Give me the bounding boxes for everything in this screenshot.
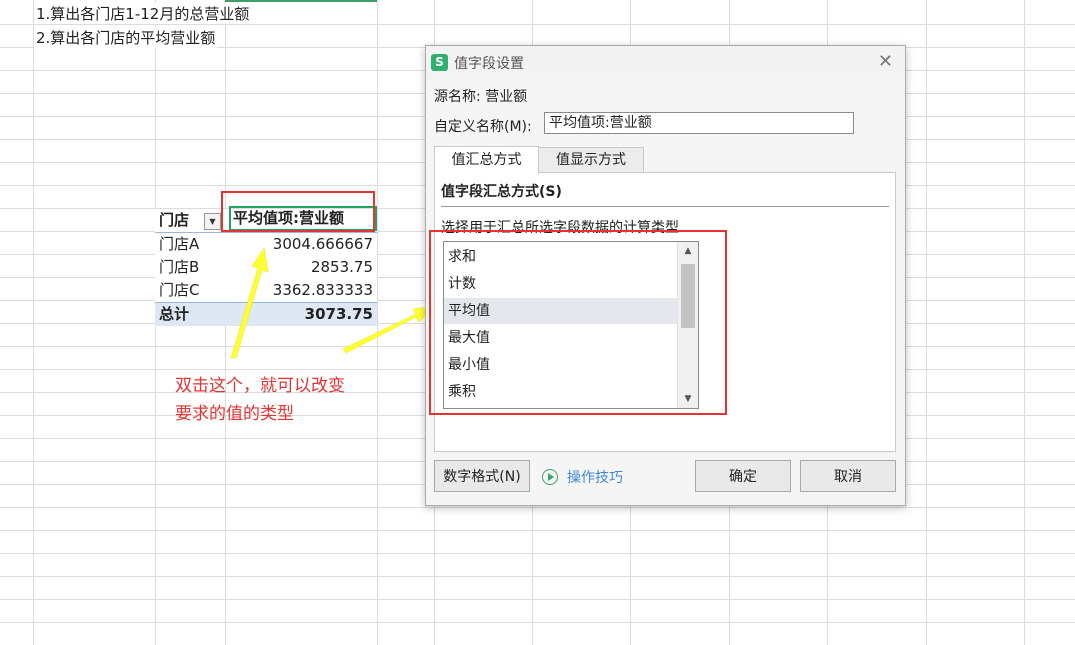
highlight-box-list <box>429 230 727 415</box>
tab-show-values-as[interactable]: 值显示方式 <box>538 147 644 173</box>
source-name-label: 源名称: <box>434 89 481 105</box>
tips-link[interactable]: 操作技巧 <box>567 467 623 487</box>
custom-name-label: 自定义名称(M): <box>434 119 532 135</box>
tab-summarize-by[interactable]: 值汇总方式 <box>434 146 539 174</box>
dialog-title-bar[interactable]: S 值字段设置 ✕ <box>426 46 905 78</box>
play-icon[interactable] <box>542 469 558 485</box>
source-name-row: 源名称: 营业额 <box>434 86 527 106</box>
arrow-to-list <box>342 305 437 354</box>
value-field-settings-dialog: S 值字段设置 ✕ 源名称: 营业额 自定义名称(M): 值汇总方式 值显示方式… <box>425 45 906 506</box>
ok-button[interactable]: 确定 <box>695 460 791 492</box>
cancel-button[interactable]: 取消 <box>800 460 896 492</box>
arrow-to-header <box>230 247 269 359</box>
annotation-line-1: 双击这个，就可以改变 <box>175 376 345 396</box>
section-title: 值字段汇总方式(S) <box>441 184 562 200</box>
source-name-value: 营业额 <box>485 89 528 105</box>
section-divider <box>441 206 889 207</box>
app-logo-icon: S <box>431 54 448 71</box>
close-icon[interactable]: ✕ <box>878 51 893 72</box>
annotation-line-2: 要求的值的类型 <box>175 404 294 424</box>
custom-name-input[interactable] <box>544 112 854 134</box>
number-format-button[interactable]: 数字格式(N) <box>434 460 530 492</box>
dialog-title: 值字段设置 <box>454 56 524 72</box>
annotation-text: 双击这个，就可以改变 要求的值的类型 <box>175 372 345 428</box>
